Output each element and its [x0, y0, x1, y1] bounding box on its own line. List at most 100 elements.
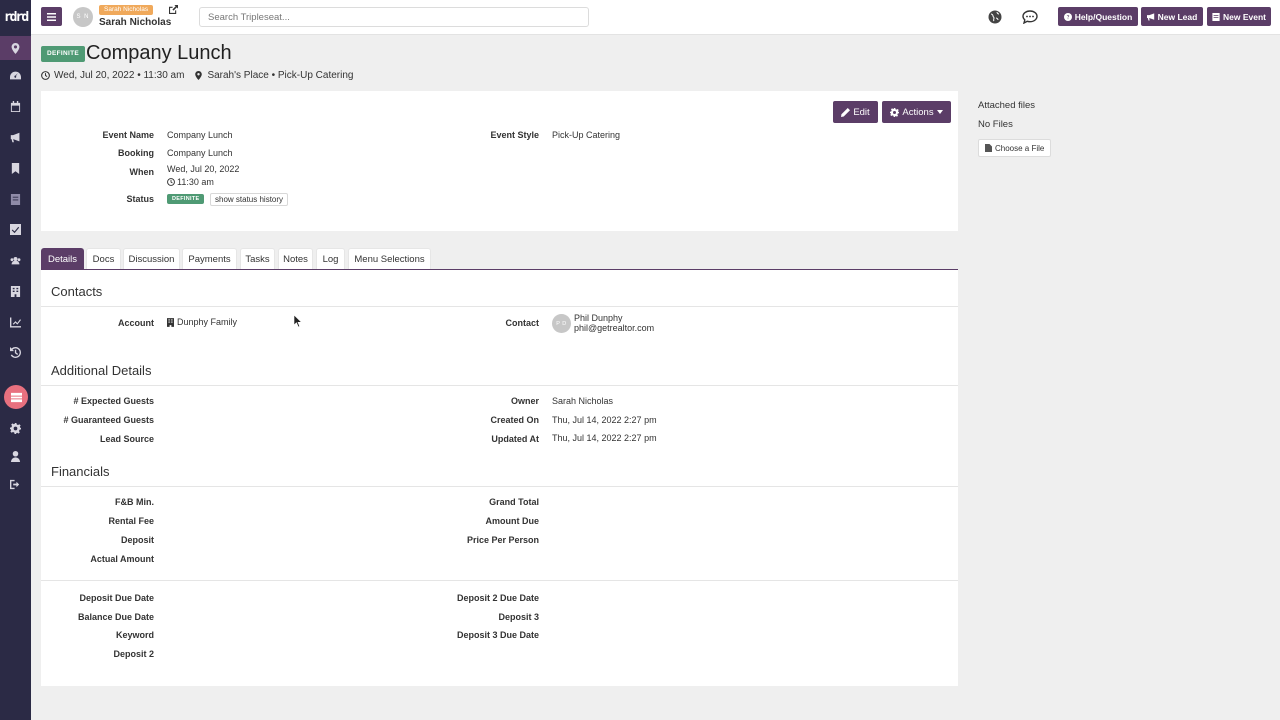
when-date: Wed, Jul 20, 2022 [167, 164, 240, 174]
tab-menu-selections[interactable]: Menu Selections [348, 248, 431, 270]
tripleseat-logo[interactable]: rdrd [0, 0, 31, 34]
amount-due-label: Amount Due [485, 516, 540, 526]
event-subtitle: Wed, Jul 20, 2022 • 11:30 am Sarah's Pla… [41, 70, 353, 81]
bookmark-icon[interactable] [0, 158, 31, 178]
history-icon[interactable] [0, 342, 31, 362]
search-input[interactable] [199, 7, 589, 27]
megaphone-icon[interactable] [0, 127, 31, 147]
updated-at-value: Thu, Jul 14, 2022 2:27 pm [552, 433, 657, 443]
building-icon [167, 317, 174, 327]
location-pin-icon[interactable] [0, 38, 31, 58]
deposit-2-due-date-label: Deposit 2 Due Date [456, 593, 539, 603]
logout-icon[interactable] [0, 474, 31, 494]
help-question-button[interactable]: Help/Question [1058, 7, 1138, 26]
choose-file-label: Choose a File [995, 143, 1045, 153]
event-style-label: Event Style [490, 130, 539, 140]
contacts-section-title: Contacts [51, 284, 103, 299]
updated-at-label: Updated At [491, 434, 539, 444]
when-time: 11:30 am [177, 177, 214, 187]
dashboard-icon[interactable] [0, 65, 31, 85]
grand-total-label: Grand Total [489, 497, 539, 507]
keyword-label: Keyword [115, 630, 154, 640]
globe-icon[interactable] [988, 10, 1002, 24]
users-icon[interactable] [0, 250, 31, 270]
event-datetime: Wed, Jul 20, 2022 • 11:30 am [54, 70, 185, 81]
top-header: S N Sarah Nicholas Sarah Nicholas Help/Q… [31, 0, 1280, 35]
created-on-value: Thu, Jul 14, 2022 2:27 pm [552, 415, 657, 425]
profile-icon[interactable] [0, 446, 31, 466]
tab-log[interactable]: Log [316, 248, 345, 270]
guaranteed-guests-label: # Guaranteed Guests [63, 415, 154, 425]
new-event-button[interactable]: New Event [1207, 7, 1271, 26]
clock-icon [167, 178, 175, 186]
tab-notes[interactable]: Notes [278, 248, 313, 270]
actions-dropdown-button[interactable]: Actions [882, 101, 951, 123]
pencil-icon [841, 107, 851, 117]
created-on-label: Created On [490, 415, 539, 425]
document-icon[interactable] [0, 189, 31, 209]
account-value: Dunphy Family [177, 317, 238, 327]
catering-icon[interactable] [4, 385, 28, 409]
chat-icon[interactable] [1022, 10, 1038, 25]
help-question-label: Help/Question [1074, 11, 1133, 22]
tab-details[interactable]: Details [41, 248, 84, 270]
contact-email[interactable]: phil@getrealtor.com [574, 323, 654, 333]
building-icon[interactable] [0, 281, 31, 301]
user-role-badge: Sarah Nicholas [99, 5, 154, 15]
new-lead-button[interactable]: New Lead [1141, 7, 1203, 26]
balance-due-date-label: Balance Due Date [77, 612, 154, 622]
checklist-icon[interactable] [0, 219, 31, 239]
clock-icon [41, 71, 50, 80]
settings-icon[interactable] [0, 418, 31, 438]
rental-fee-label: Rental Fee [108, 516, 154, 526]
when-time-row: 11:30 am [167, 177, 214, 187]
status-label: Status [126, 194, 154, 204]
event-status-badge: DEFINITE [41, 46, 86, 62]
tab-tasks[interactable]: Tasks [240, 248, 275, 270]
attached-files-title: Attached files [978, 100, 1036, 111]
chart-icon[interactable] [0, 312, 31, 332]
megaphone-icon [1146, 12, 1154, 20]
owner-label: Owner [510, 396, 539, 406]
divider [41, 385, 958, 386]
when-label: When [129, 167, 155, 177]
calendar-icon[interactable] [0, 96, 31, 116]
actions-label: Actions [902, 106, 934, 118]
contact-avatar: P D [552, 314, 571, 333]
booking-label: Booking [118, 148, 154, 158]
deposit-3-due-date-label: Deposit 3 Due Date [456, 630, 539, 640]
divider [41, 486, 958, 487]
no-files-text: No Files [978, 119, 1013, 130]
external-link-icon[interactable] [169, 5, 179, 15]
tab-payments[interactable]: Payments [182, 248, 237, 270]
event-name-label: Event Name [102, 130, 154, 140]
booking-value[interactable]: Company Lunch [167, 148, 233, 158]
account-label: Account [118, 318, 154, 328]
mouse-cursor-icon [293, 314, 303, 328]
choose-file-button[interactable]: Choose a File [978, 139, 1052, 157]
event-style-value: Pick-Up Catering [552, 130, 621, 140]
user-avatar[interactable]: S N [73, 7, 93, 27]
event-location: Sarah's Place • Pick-Up Catering [207, 70, 354, 81]
event-name-value: Company Lunch [167, 130, 233, 140]
tab-discussion[interactable]: Discussion [123, 248, 180, 270]
deposit-due-date-label: Deposit Due Date [79, 593, 154, 603]
tab-docs[interactable]: Docs [86, 248, 121, 270]
page-title: Company Lunch [86, 42, 232, 64]
hamburger-menu-icon[interactable] [41, 7, 62, 26]
show-status-history-button[interactable]: show status history [210, 193, 289, 206]
user-name[interactable]: Sarah Nicholas [99, 17, 171, 28]
divider [41, 580, 958, 581]
edit-button[interactable]: Edit [833, 101, 878, 123]
deposit-3-label: Deposit 3 [498, 612, 539, 622]
deposit-2-label: Deposit 2 [113, 649, 154, 659]
gear-icon [890, 107, 900, 117]
new-event-label: New Event [1223, 11, 1266, 22]
caret-down-icon [936, 110, 943, 114]
file-icon [985, 144, 992, 152]
contact-name[interactable]: Phil Dunphy [574, 313, 623, 323]
sidebar: rdrd [0, 0, 31, 720]
contact-label: Contact [505, 318, 540, 328]
event-info-card [41, 91, 958, 231]
account-link[interactable]: Dunphy Family [167, 317, 237, 327]
